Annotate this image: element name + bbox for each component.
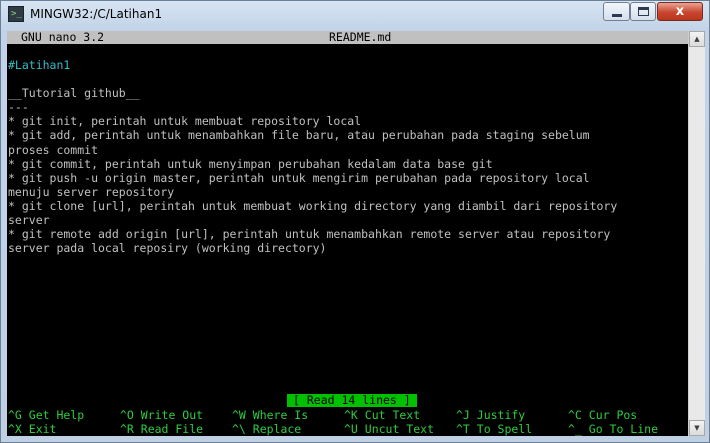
editor-line: * git clone [url], perintah untuk membua…: [8, 198, 618, 213]
editor-line: #Latihan1: [8, 58, 71, 72]
editor-line: * git init, perintah untuk membuat repos…: [8, 114, 362, 129]
shortcut-item: ^W Where Is: [232, 408, 309, 422]
status-message: [ Read 14 lines ]: [287, 394, 417, 407]
shortcut-item: ^J Justify: [456, 408, 526, 422]
editor-line: server pada local reposiry (working dire…: [8, 241, 327, 256]
close-button[interactable]: x: [657, 2, 703, 21]
terminal-icon: >_: [8, 6, 24, 22]
editor-line: __Tutorial github__: [8, 86, 140, 101]
editor-line: server: [8, 213, 50, 228]
shortcut-item: ^_ Go To Line: [568, 422, 659, 436]
shortcut-item: ^C Cur Pos: [568, 408, 638, 422]
editor-line: menuju server repository: [8, 184, 175, 199]
shortcut-item: ^T To Spell: [456, 422, 533, 436]
shortcut-item: ^U Uncut Text: [344, 422, 435, 436]
editor-line: * git push -u origin master, perintah un…: [8, 170, 590, 185]
vertical-scrollbar[interactable]: ▲ ▼: [688, 31, 705, 436]
shortcut-item: ^R Read File: [120, 422, 204, 436]
editor-text-area[interactable]: #Latihan1 __Tutorial github__ --- * git in…: [8, 58, 688, 255]
nano-version: GNU nano 3.2: [21, 31, 105, 44]
editor-line: proses commit: [8, 142, 99, 157]
shortcut-item: ^G Get Help: [8, 408, 85, 422]
maximize-icon: [638, 7, 649, 16]
editor-line: ---: [8, 100, 29, 115]
scroll-down-arrow-icon[interactable]: ▼: [689, 420, 705, 436]
editor-line: * git commit, perintah untuk menyimpan p…: [8, 156, 493, 171]
scroll-up-arrow-icon[interactable]: ▲: [689, 31, 705, 47]
file-name: README.md: [329, 31, 392, 44]
terminal-window: >_ MINGW32:/C/Latihan1 x GNU nano 3.2 RE…: [0, 0, 710, 443]
nano-header-bar: GNU nano 3.2 README.md: [7, 31, 688, 44]
terminal-area[interactable]: GNU nano 3.2 README.md #Latihan1 __Tutor…: [7, 31, 688, 436]
maximize-button[interactable]: [630, 2, 656, 21]
editor-line: * git add, perintah untuk menambahkan fi…: [8, 128, 590, 143]
minimize-icon: [612, 14, 622, 17]
shortcut-item: ^X Exit: [8, 422, 57, 436]
title-bar[interactable]: >_ MINGW32:/C/Latihan1 x: [1, 1, 709, 28]
window-title: MINGW32:/C/Latihan1: [30, 7, 163, 21]
minimize-button[interactable]: [603, 2, 630, 21]
editor-line: * git remote add origin [url], perintah …: [8, 227, 611, 242]
shortcut-item: ^K Cut Text: [344, 408, 421, 422]
close-icon: x: [675, 4, 685, 19]
shortcut-item: ^O Write Out: [120, 408, 204, 422]
shortcut-item: ^\ Replace: [232, 422, 302, 436]
